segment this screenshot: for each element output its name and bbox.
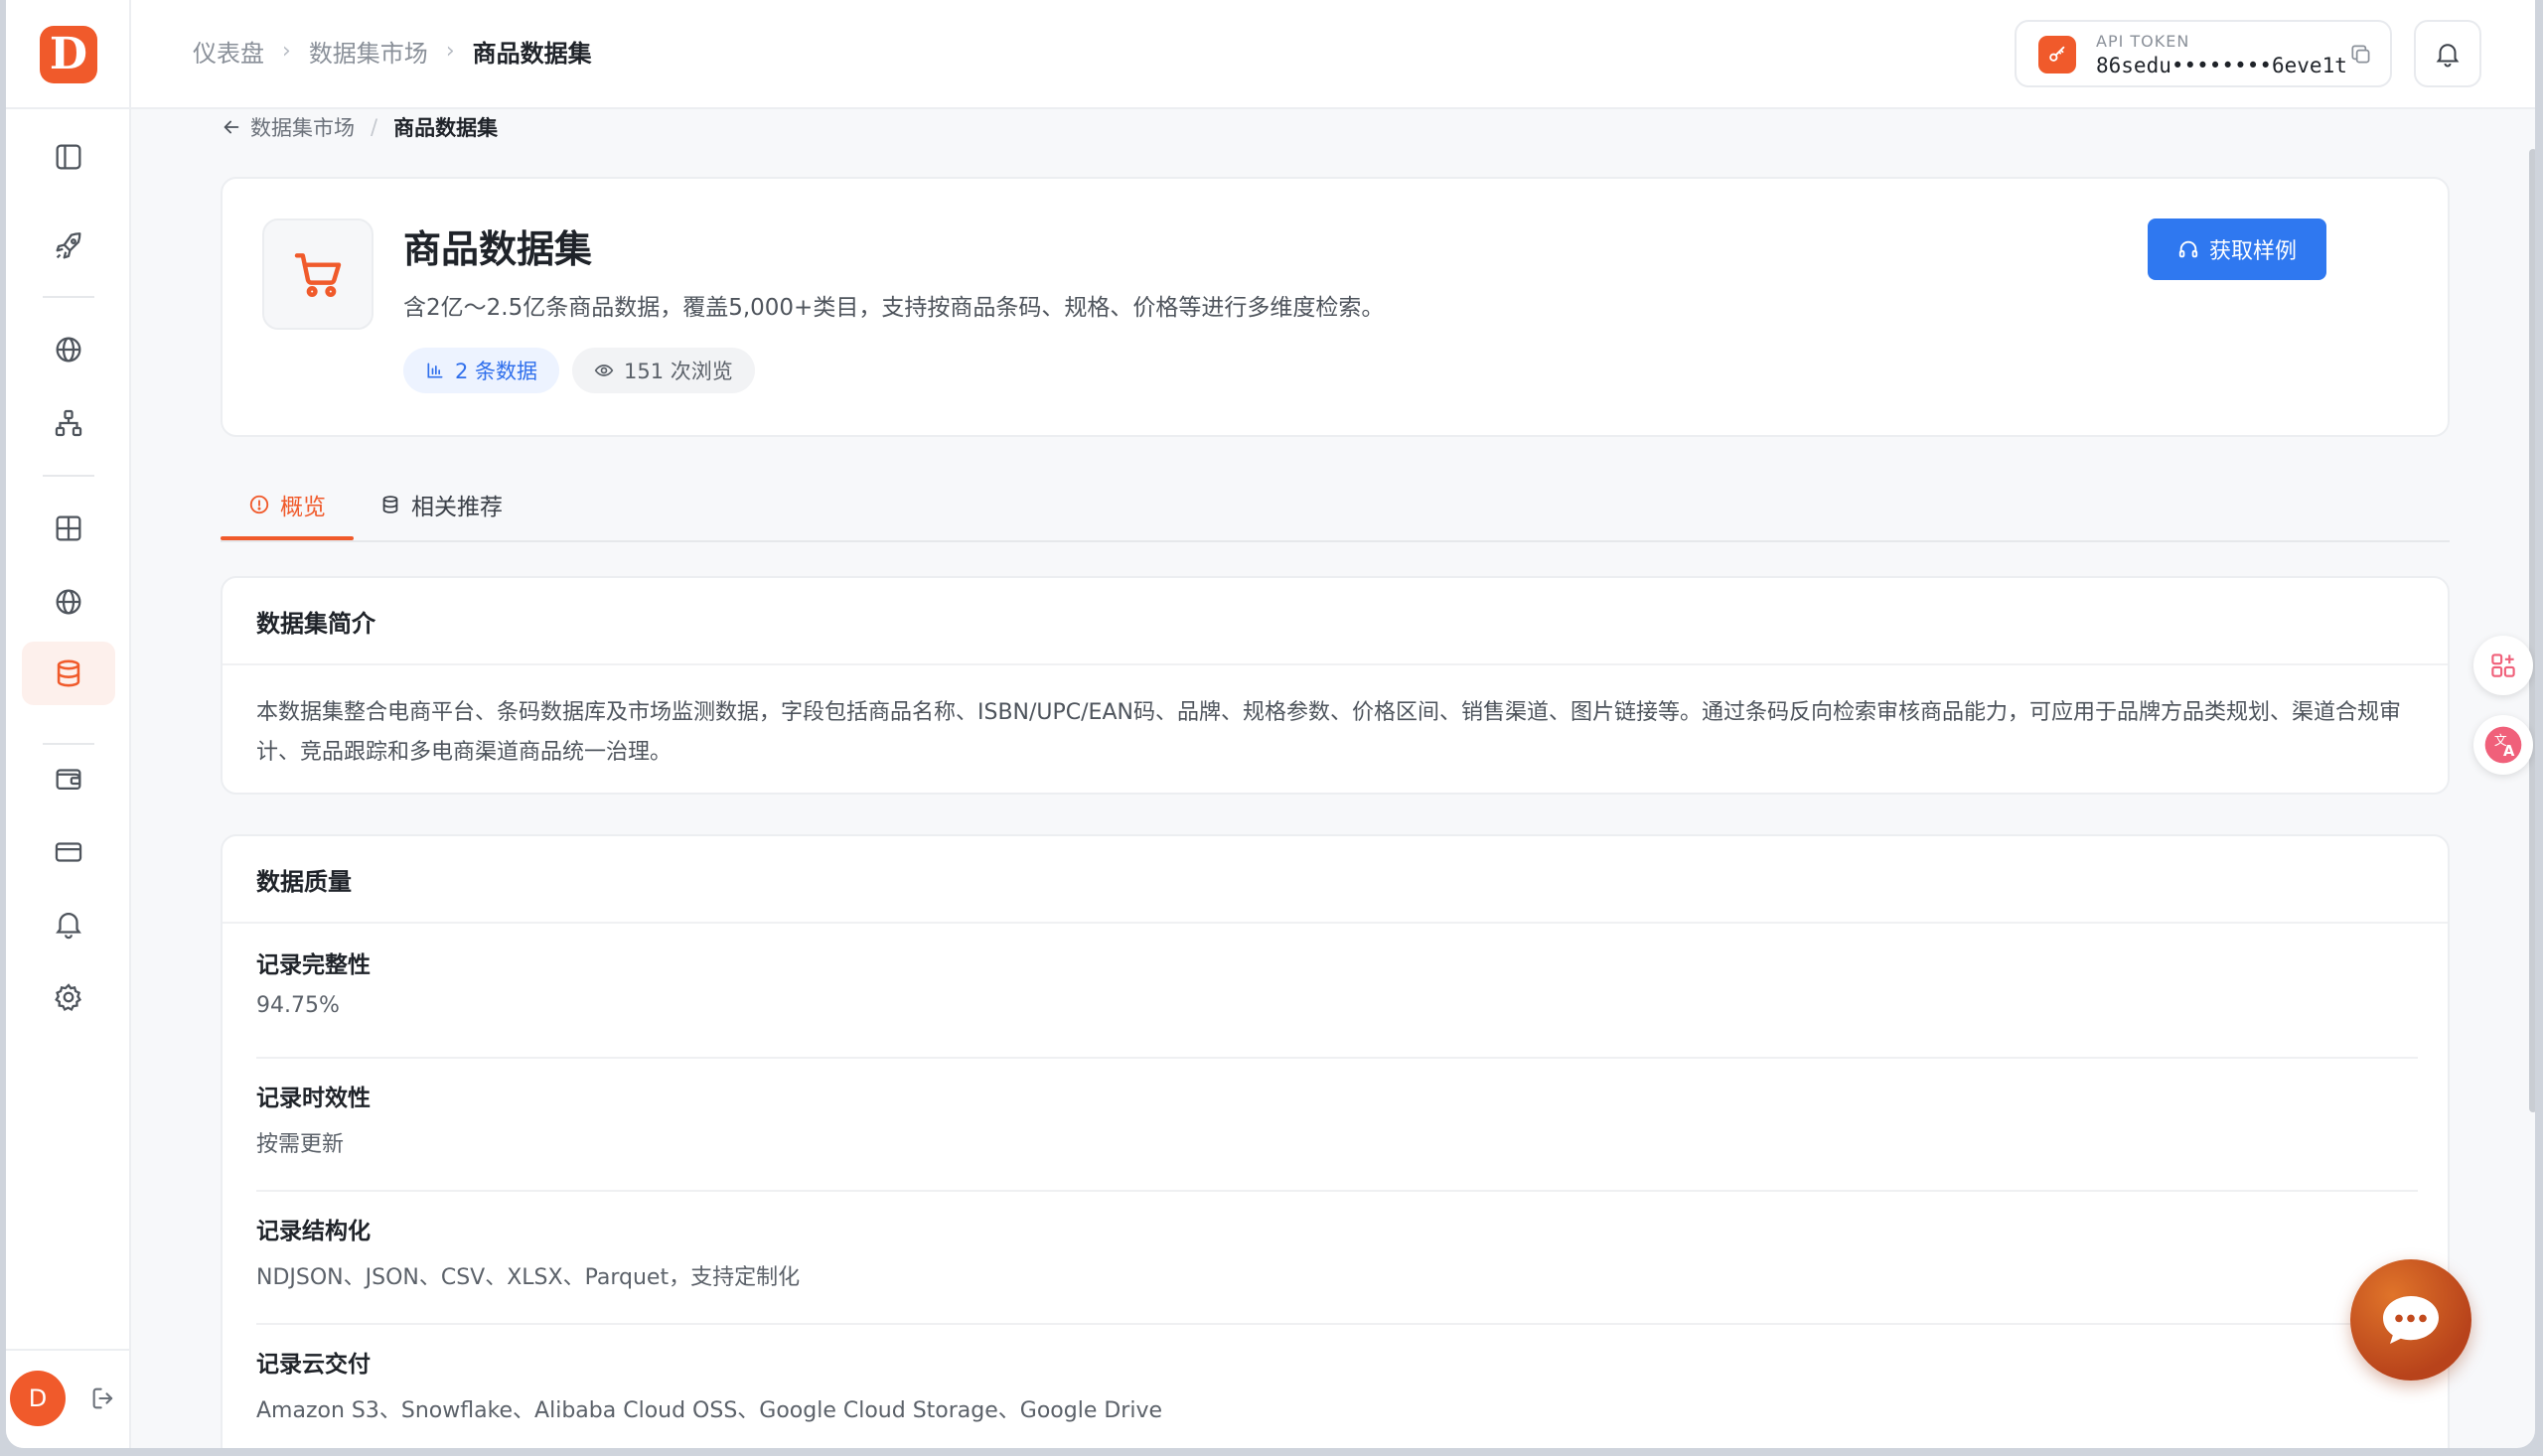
top-header: 仪表盘 › 数据集市场 › 商品数据集 API TOKEN 86sedu••••… bbox=[131, 0, 2535, 109]
chat-icon bbox=[2383, 1296, 2439, 1344]
page-scrollbar[interactable] bbox=[2529, 149, 2535, 1112]
headphones-icon bbox=[2178, 240, 2198, 258]
sidebar-divider bbox=[6, 107, 131, 109]
copy-icon[interactable] bbox=[2348, 42, 2374, 68]
breadcrumb-chevron-icon: › bbox=[445, 39, 455, 64]
sidebar-item-apps[interactable] bbox=[22, 497, 115, 560]
records-count-text: 2 条数据 bbox=[455, 360, 538, 383]
globe-icon bbox=[56, 589, 81, 615]
sub-breadcrumb: 数据集市场 / 商品数据集 bbox=[221, 109, 498, 145]
logout-icon[interactable] bbox=[89, 1384, 117, 1412]
sidebar-item-network[interactable] bbox=[22, 391, 115, 455]
dataset-description: 含2亿～2.5亿条商品数据，覆盖5,000+类目，支持按商品条码、规格、价格等进… bbox=[403, 295, 1385, 321]
bell-icon bbox=[2436, 44, 2460, 68]
quality-value: 按需更新 bbox=[256, 1132, 345, 1157]
breadcrumb: 仪表盘 › 数据集市场 › 商品数据集 bbox=[193, 34, 592, 69]
translate-icon: 文A bbox=[2484, 726, 2522, 764]
bar-chart-icon bbox=[427, 363, 443, 378]
dataset-intro-card: 数据集简介 本数据集整合电商平台、条码数据库及市场监测数据，字段包括商品名称、I… bbox=[221, 576, 2450, 795]
sidebar: D D bbox=[6, 0, 131, 1448]
dataset-icon-box bbox=[262, 218, 374, 330]
sidebar-divider bbox=[6, 1349, 131, 1351]
quality-value: Amazon S3、Snowflake、Alibaba Cloud OSS、Go… bbox=[256, 1398, 1163, 1423]
views-count-chip: 151 次浏览 bbox=[572, 348, 755, 393]
sub-breadcrumb-current: 商品数据集 bbox=[393, 116, 499, 140]
quality-label: 记录结构化 bbox=[256, 1219, 371, 1244]
intro-title: 数据集简介 bbox=[223, 578, 2448, 665]
database-icon bbox=[57, 659, 80, 687]
get-sample-label: 获取样例 bbox=[2208, 238, 2297, 263]
eye-icon bbox=[594, 364, 614, 376]
sitemap-icon bbox=[55, 409, 82, 437]
tab-overview[interactable]: 概览 bbox=[221, 471, 354, 540]
info-icon bbox=[249, 495, 269, 514]
rocket-icon bbox=[56, 232, 81, 259]
sidebar-item-launch[interactable] bbox=[22, 215, 115, 278]
sidebar-item-proxy[interactable] bbox=[22, 570, 115, 634]
sidebar-toggle-icon bbox=[56, 144, 81, 170]
sidebar-item-wallet[interactable] bbox=[22, 747, 115, 810]
sidebar-item-billing[interactable] bbox=[22, 820, 115, 884]
translate-float-button[interactable]: 文A bbox=[2473, 715, 2533, 775]
quality-value: 94.75% bbox=[256, 993, 340, 1018]
user-avatar[interactable]: D bbox=[10, 1371, 66, 1426]
dataset-hero-card: 商品数据集 含2亿～2.5亿条商品数据，覆盖5,000+类目，支持按商品条码、规… bbox=[221, 177, 2450, 437]
sub-breadcrumb-slash: / bbox=[371, 115, 378, 139]
quality-row: 记录云交付 Amazon S3、Snowflake、Alibaba Cloud … bbox=[256, 1323, 2418, 1448]
sidebar-separator bbox=[43, 743, 94, 745]
sidebar-item-notifications[interactable] bbox=[22, 892, 115, 955]
gear-icon bbox=[55, 983, 82, 1012]
apps-plus-icon bbox=[2491, 654, 2515, 677]
quality-row: 记录时效性 按需更新 bbox=[256, 1057, 2418, 1192]
credit-card-icon bbox=[55, 842, 82, 862]
sidebar-separator bbox=[43, 475, 94, 477]
detail-tabs: 概览 相关推荐 bbox=[221, 471, 2450, 542]
logo-letter: D bbox=[49, 29, 88, 79]
views-count-text: 151 次浏览 bbox=[624, 360, 733, 383]
quality-value: NDJSON、JSON、CSV、XLSX、Parquet，支持定制化 bbox=[256, 1265, 801, 1290]
database-icon bbox=[382, 496, 398, 513]
quality-label: 记录时效性 bbox=[256, 1086, 371, 1111]
intro-text: 本数据集整合电商平台、条码数据库及市场监测数据，字段包括商品名称、ISBN/UP… bbox=[256, 700, 2401, 765]
data-quality-card: 数据质量 记录完整性 94.75% 记录时效性 按需更新 记录结构化 NDJSO… bbox=[221, 834, 2450, 1448]
dataset-title: 商品数据集 bbox=[403, 227, 593, 271]
tab-overview-label: 概览 bbox=[280, 495, 326, 520]
sidebar-item-web[interactable] bbox=[22, 318, 115, 381]
quality-row: 记录完整性 94.75% bbox=[256, 924, 2418, 1059]
sidebar-separator bbox=[43, 296, 94, 298]
arrow-left-icon[interactable] bbox=[221, 116, 242, 138]
svg-text:A: A bbox=[2503, 743, 2515, 760]
breadcrumb-current: 商品数据集 bbox=[472, 40, 592, 68]
breadcrumb-dataset-market[interactable]: 数据集市场 bbox=[309, 34, 428, 69]
quality-title: 数据质量 bbox=[223, 836, 2448, 924]
wallet-icon bbox=[56, 769, 81, 791]
sidebar-item-toggle[interactable] bbox=[22, 125, 115, 189]
api-token-box: API TOKEN 86sedu••••••••6eve1t bbox=[2015, 20, 2392, 87]
breadcrumb-chevron-icon: › bbox=[282, 39, 291, 64]
get-sample-button[interactable]: 获取样例 bbox=[2148, 218, 2326, 280]
notifications-button[interactable] bbox=[2414, 20, 2481, 87]
chat-support-button[interactable] bbox=[2350, 1259, 2471, 1381]
globe-icon bbox=[56, 337, 81, 363]
sidebar-item-settings[interactable] bbox=[22, 965, 115, 1029]
quality-label: 记录云交付 bbox=[256, 1352, 371, 1378]
grid-icon bbox=[56, 515, 81, 541]
shopping-cart-icon bbox=[294, 253, 342, 297]
bell-icon bbox=[56, 913, 81, 940]
sub-breadcrumb-parent[interactable]: 数据集市场 bbox=[250, 112, 355, 142]
api-token-label: API TOKEN bbox=[2096, 32, 2190, 51]
tab-related[interactable]: 相关推荐 bbox=[377, 471, 505, 538]
app-logo[interactable]: D bbox=[40, 26, 97, 83]
records-count-chip: 2 条数据 bbox=[403, 348, 560, 393]
key-icon bbox=[2038, 36, 2076, 73]
tab-related-label: 相关推荐 bbox=[411, 495, 503, 520]
api-token-value: 86sedu••••••••6eve1t bbox=[2096, 54, 2347, 77]
apps-float-button[interactable] bbox=[2473, 636, 2533, 695]
main-content: 数据集市场 / 商品数据集 商品数据集 含2亿～2.5亿条商品数据，覆盖5,00… bbox=[131, 109, 2535, 1448]
sidebar-item-datasets[interactable] bbox=[22, 642, 115, 705]
quality-row: 记录结构化 NDJSON、JSON、CSV、XLSX、Parquet，支持定制化 bbox=[256, 1190, 2418, 1325]
app-window: D D 仪表盘 › 数据集市场 › 商品数据集 API TOKEN 86sedu… bbox=[6, 0, 2535, 1448]
quality-label: 记录完整性 bbox=[256, 952, 371, 978]
breadcrumb-dashboard[interactable]: 仪表盘 bbox=[193, 34, 264, 69]
